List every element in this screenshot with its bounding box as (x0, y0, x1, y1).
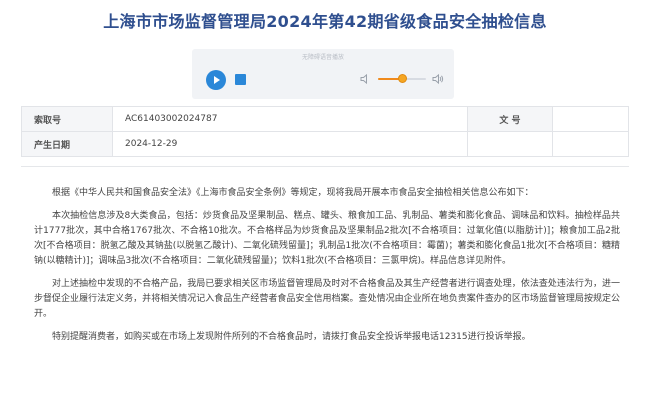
date-value: 2024-12-29 (112, 131, 468, 157)
play-button[interactable] (206, 70, 226, 90)
volume-slider-knob[interactable] (398, 74, 407, 83)
stop-button[interactable] (235, 74, 246, 85)
audio-player-caption: 无障碍语音播放 (301, 54, 344, 61)
paragraph-scope: 本次抽检信息涉及8大类食品，包括：炒货食品及坚果制品、糕点、罐头、粮食加工品、乳… (34, 211, 620, 266)
article-body: 根据《中华人民共和国食品安全法》《上海市食品安全条例》等规定，现将我局开展本市食… (34, 186, 620, 353)
document-info-table: 索取号 AC61403002024787 文 号 产生日期 2024-12-29 (21, 106, 629, 157)
empty-label-cell (467, 131, 553, 157)
volume-max-icon[interactable] (432, 73, 444, 85)
date-label: 产生日期 (21, 131, 113, 157)
index-value: AC61403002024787 (112, 106, 468, 132)
doc-no-label: 文 号 (467, 106, 553, 132)
volume-slider[interactable] (378, 74, 426, 83)
empty-value-cell (552, 131, 629, 157)
page-title: 上海市市场监督管理局2024年第42期省级食品安全抽检信息 (103, 12, 547, 31)
paragraph-reminder: 特别提醒消费者，如购买或在市场上发现附件所列的不合格食品时，请拨打食品安全投诉举… (52, 332, 531, 342)
section-divider (21, 166, 629, 167)
audio-player: 无障碍语音播放 (192, 49, 454, 99)
index-label: 索取号 (21, 106, 113, 132)
doc-no-value (552, 106, 629, 132)
volume-icon[interactable] (360, 73, 372, 85)
table-row: 产生日期 2024-12-29 (21, 131, 629, 157)
table-row: 索取号 AC61403002024787 文 号 (21, 106, 629, 132)
paragraph-intro: 根据《中华人民共和国食品安全法》《上海市食品安全条例》等规定，现将我局开展本市食… (52, 188, 534, 198)
paragraph-handling: 对上述抽检中发现的不合格产品，我局已要求相关区市场监督管理局及时对不合格食品及其… (34, 279, 620, 319)
